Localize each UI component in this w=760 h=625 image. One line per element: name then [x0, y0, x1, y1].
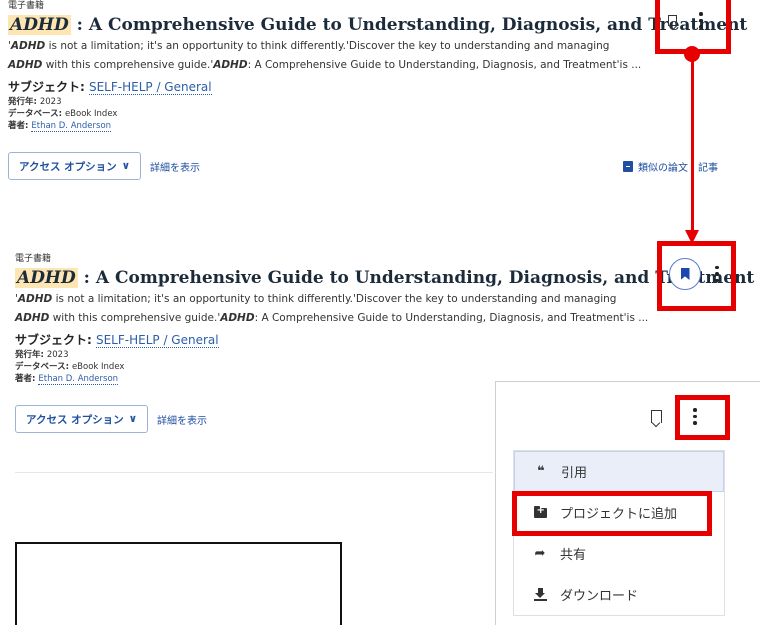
- access-options-label: アクセス オプション: [26, 413, 124, 426]
- meta-value: 2023: [46, 350, 69, 360]
- subject-link[interactable]: SELF-HELP / General: [88, 80, 212, 95]
- menu-item-label: 共有: [560, 548, 587, 563]
- meta-label: 発行年:: [8, 97, 40, 107]
- menu-item-download[interactable]: ダウンロード: [514, 574, 724, 615]
- blank-card: [15, 542, 342, 625]
- author-link[interactable]: Ethan D. Anderson: [31, 121, 112, 132]
- meta-value: eBook Index: [64, 109, 118, 119]
- show-details-link[interactable]: 詳細を表示: [150, 159, 200, 174]
- result-abstract: 'ADHD is not a limitation; it's an oppor…: [8, 37, 648, 75]
- result-type: 電子書籍: [15, 254, 52, 264]
- title-text[interactable]: : A Comprehensive Guide to Understanding…: [78, 268, 755, 288]
- meta-label: 著者:: [15, 374, 39, 384]
- abstract-keyword: ADHD: [220, 312, 255, 324]
- access-options-button[interactable]: アクセス オプション ∨: [8, 152, 142, 180]
- chevron-down-icon: ∨: [121, 160, 131, 172]
- title-highlight[interactable]: ADHD: [15, 268, 78, 288]
- meta-label: 発行年:: [15, 350, 47, 360]
- meta-author: 著者: Ethan D. Anderson: [8, 120, 728, 132]
- similar-articles-label: 類似の論文・記事: [638, 163, 718, 174]
- chevron-down-icon: ∨: [128, 413, 138, 425]
- title-highlight[interactable]: ADHD: [8, 15, 71, 35]
- highlight-box: [675, 395, 730, 440]
- meta-year: 発行年: 2023: [15, 349, 735, 361]
- abstract-text: : A Comprehensive Guide to Understanding…: [254, 312, 649, 324]
- menu-item-label: 引用: [561, 466, 588, 481]
- title-text[interactable]: : A Comprehensive Guide to Understanding…: [71, 15, 748, 35]
- meta-label: データベース:: [15, 362, 72, 372]
- abstract-text: with this comprehensive guide.': [42, 59, 214, 71]
- subject-row: サブジェクト: SELF-HELP / General: [15, 331, 735, 349]
- abstract-text: is not a limitation; it's an opportunity…: [52, 293, 617, 305]
- abstract-text: with this comprehensive guide.': [49, 312, 221, 324]
- meta-year: 発行年: 2023: [8, 96, 728, 108]
- menu-item-share[interactable]: ➦ 共有: [514, 533, 724, 574]
- meta-label: 著者:: [8, 121, 32, 131]
- subject-row: サブジェクト: SELF-HELP / General: [8, 78, 728, 96]
- result-abstract: 'ADHD is not a limitation; it's an oppor…: [15, 290, 655, 328]
- abstract-keyword: ADHD: [8, 59, 43, 71]
- author-link[interactable]: Ethan D. Anderson: [38, 374, 119, 385]
- meta-database: データベース: eBook Index: [8, 108, 728, 120]
- abstract-keyword: ADHD: [15, 312, 50, 324]
- subject-label: サブジェクト:: [8, 80, 89, 94]
- abstract-keyword: ADHD: [10, 40, 46, 52]
- show-details-link[interactable]: 詳細を表示: [157, 412, 207, 427]
- abstract-keyword: ADHD: [17, 293, 53, 305]
- highlight-box: [657, 241, 736, 311]
- result-title[interactable]: ADHD : A Comprehensive Guide to Understa…: [8, 13, 747, 37]
- meta-value: eBook Index: [71, 362, 125, 372]
- access-options-label: アクセス オプション: [19, 160, 117, 173]
- meta-database: データベース: eBook Index: [15, 361, 735, 373]
- access-options-button[interactable]: アクセス オプション ∨: [15, 405, 149, 433]
- subject-label: サブジェクト:: [15, 333, 96, 347]
- result-actions: アクセス オプション ∨ 詳細を表示 類似の論文・記事: [8, 152, 728, 182]
- abstract-text: : A Comprehensive Guide to Understanding…: [247, 59, 642, 71]
- quote-icon: ❝: [537, 464, 545, 479]
- abstract-text: is not a limitation; it's an opportunity…: [45, 40, 610, 52]
- arrow-line: [691, 52, 694, 232]
- highlight-box: [512, 491, 712, 536]
- result-type: 電子書籍: [8, 1, 45, 11]
- search-result: 電子書籍 ADHD : A Comprehensive Guide to Und…: [8, 0, 747, 182]
- divider: [15, 472, 493, 473]
- menu-item-label: ダウンロード: [560, 589, 639, 604]
- meta-label: データベース:: [8, 109, 65, 119]
- abstract-keyword: ADHD: [213, 59, 248, 71]
- document-icon: [623, 161, 633, 172]
- subject-link[interactable]: SELF-HELP / General: [95, 333, 219, 348]
- similar-articles-link[interactable]: 類似の論文・記事: [623, 159, 718, 174]
- share-icon: ➦: [534, 546, 546, 561]
- bookmark-icon[interactable]: [651, 409, 662, 423]
- menu-item-cite[interactable]: ❝ 引用: [514, 451, 724, 492]
- result-title[interactable]: ADHD : A Comprehensive Guide to Understa…: [15, 266, 754, 290]
- meta-value: 2023: [39, 97, 62, 107]
- download-icon: [533, 588, 547, 601]
